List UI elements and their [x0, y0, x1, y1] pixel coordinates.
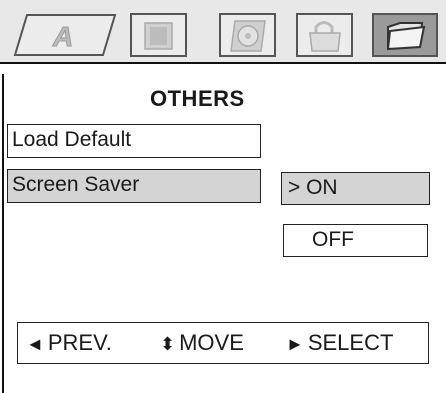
hint-prev: ◄ PREV. [26, 329, 112, 358]
navigation-hint-bar: ◄ PREV. ⬍ MOVE ► SELECT [17, 322, 429, 364]
tab-picture[interactable] [130, 13, 187, 57]
tab-general[interactable]: A [13, 13, 117, 57]
option-on[interactable]: > ON [281, 172, 430, 205]
option-off[interactable]: OFF [283, 224, 428, 257]
audio-disc-icon [230, 20, 266, 52]
svg-text:A: A [52, 21, 73, 52]
picture-icon [144, 22, 173, 50]
tab-lock[interactable] [296, 13, 353, 57]
general-A-icon: A [13, 14, 117, 56]
hint-select: ► SELECT [286, 329, 393, 358]
right-arrow-icon: ► [286, 334, 304, 354]
tab-others[interactable] [372, 13, 438, 57]
hint-select-label: SELECT [307, 330, 394, 355]
hint-move-label: MOVE [179, 330, 244, 355]
menu-item-load-default[interactable]: Load Default [7, 124, 261, 158]
folder-icon [386, 22, 426, 51]
hint-move: ⬍ MOVE [160, 329, 244, 358]
menu-item-screen-saver[interactable]: Screen Saver [7, 169, 261, 203]
left-border [2, 74, 4, 393]
tab-audio[interactable] [219, 13, 276, 57]
hint-prev-label: PREV. [47, 330, 112, 355]
page-title: OTHERS [150, 86, 245, 111]
osd-tab-bar: A [0, 0, 446, 64]
left-arrow-icon: ◄ [26, 334, 44, 354]
lock-icon [309, 21, 341, 52]
up-down-arrow-icon: ⬍ [160, 334, 176, 354]
